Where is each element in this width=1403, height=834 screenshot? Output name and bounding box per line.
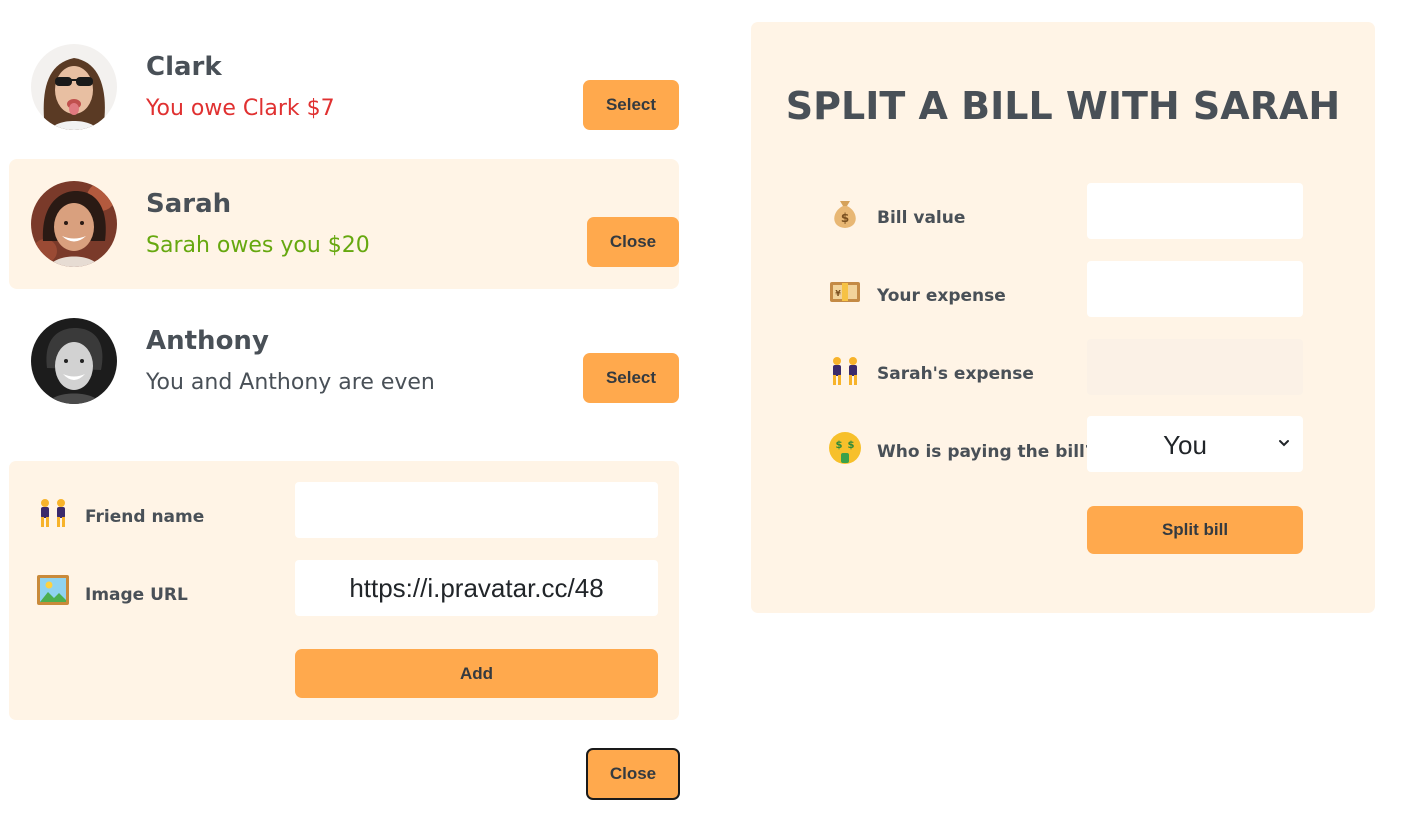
svg-text:$: $: [848, 440, 855, 451]
split-bill-form: SPLIT A BILL WITH SARAH $ Bill value ¥ Y…: [751, 22, 1375, 613]
split-bill-title: SPLIT A BILL WITH SARAH: [785, 84, 1341, 128]
svg-text:$: $: [841, 211, 849, 225]
bill-value-label: Bill value: [877, 208, 966, 228]
add-friend-form: Friend name Image URL Add: [9, 461, 679, 720]
friend-balance: You owe Clark $7: [146, 96, 335, 121]
close-add-form-button[interactable]: Close: [586, 748, 680, 800]
friend-name-input[interactable]: [295, 482, 658, 538]
friend-expense-label: Sarah's expense: [877, 364, 1034, 384]
friend-expense-input: [1087, 339, 1303, 395]
avatar: [31, 44, 117, 130]
avatar: [31, 318, 117, 404]
add-button[interactable]: Add: [295, 649, 658, 698]
close-button[interactable]: Close: [587, 217, 679, 267]
two-people-icon: [36, 495, 70, 529]
your-expense-label: Your expense: [877, 286, 1006, 306]
friend-name: Sarah: [146, 189, 232, 219]
image-url-input[interactable]: [295, 560, 658, 616]
avatar: [31, 181, 117, 267]
friend-name: Anthony: [146, 326, 269, 356]
framed-picture-icon: [36, 573, 70, 607]
banknote-icon: ¥: [828, 275, 862, 309]
svg-text:$: $: [836, 440, 843, 451]
select-button[interactable]: Select: [583, 80, 679, 130]
friend-name-label: Friend name: [85, 507, 205, 527]
money-bag-icon: $: [828, 197, 862, 231]
payer-label: Who is paying the bill?: [877, 442, 1095, 462]
svg-text:¥: ¥: [835, 289, 841, 298]
image-url-label: Image URL: [85, 585, 188, 605]
money-face-icon: $ $: [828, 431, 862, 465]
friend-item-anthony: Anthony You and Anthony are even Select: [9, 296, 679, 426]
friend-item-sarah: Sarah Sarah owes you $20 Close: [9, 159, 679, 289]
payer-select-value: You: [1163, 430, 1207, 460]
friend-balance: Sarah owes you $20: [146, 233, 370, 258]
friend-balance: You and Anthony are even: [146, 370, 435, 395]
select-button[interactable]: Select: [583, 353, 679, 403]
payer-select[interactable]: You: [1087, 416, 1303, 472]
your-expense-input[interactable]: [1087, 261, 1303, 317]
split-bill-button[interactable]: Split bill: [1087, 506, 1303, 554]
friend-item-clark: Clark You owe Clark $7 Select: [9, 22, 679, 152]
chevron-down-icon: [1279, 440, 1289, 447]
bill-value-input[interactable]: [1087, 183, 1303, 239]
two-people-icon: [828, 353, 862, 387]
friend-name: Clark: [146, 52, 222, 82]
